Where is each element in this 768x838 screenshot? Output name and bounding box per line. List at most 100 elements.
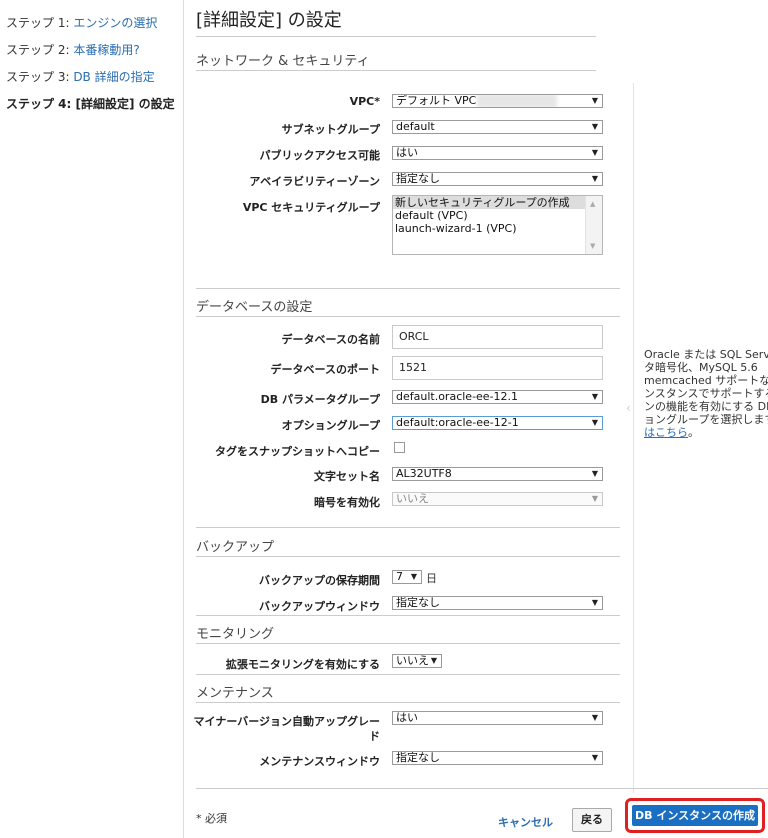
option-group-select-value: default:oracle-ee-12-1 — [396, 416, 519, 429]
backup-window-select-value: 指定なし — [396, 596, 440, 609]
subnet-select-value: default — [396, 120, 435, 133]
chevron-down-icon: ▼ — [591, 494, 598, 503]
encrypt-select[interactable]: いいえ ▼ — [392, 492, 603, 506]
section-divider — [196, 288, 620, 289]
section-divider — [196, 527, 620, 528]
help-line: ョングループを選択します — [644, 413, 768, 426]
db-port-label: データベースのポート — [270, 363, 380, 376]
retention-label: バックアップの保存期間 — [259, 574, 380, 587]
db-name-input[interactable]: ORCL — [392, 325, 603, 349]
list-item[interactable]: launch-wizard-1 (VPC) — [393, 222, 602, 235]
chevron-down-icon: ▼ — [591, 418, 598, 427]
db-port-input[interactable]: 1521 — [392, 356, 603, 380]
help-link-suffix: 。 — [688, 426, 699, 439]
backup-window-label: バックアップウィンドウ — [259, 600, 380, 613]
copy-tags-checkbox[interactable] — [394, 442, 405, 453]
list-item[interactable]: 新しいセキュリティグループの作成 — [393, 196, 586, 209]
param-group-label: DB パラメータグループ — [260, 393, 380, 406]
param-group-select[interactable]: default.oracle-ee-12.1 ▼ — [392, 390, 603, 404]
section-divider — [196, 643, 620, 644]
option-group-label: オプショングループ — [281, 419, 380, 432]
minor-upgrade-select-value: はい — [396, 711, 418, 724]
section-divider — [196, 556, 620, 557]
step-1-link[interactable]: エンジンの選択 — [73, 16, 157, 30]
section-divider — [196, 615, 620, 616]
scroll-down-icon[interactable]: ▼ — [590, 242, 595, 250]
step-1-prefix: ステップ 1: — [6, 16, 74, 30]
section-divider — [196, 674, 620, 675]
cancel-link[interactable]: キャンセル — [498, 814, 553, 830]
nav-divider — [183, 0, 184, 838]
create-db-instance-button[interactable]: DB インスタンスの作成 — [632, 805, 758, 826]
chevron-down-icon: ▼ — [591, 96, 598, 105]
section-divider — [196, 70, 596, 71]
step-1: ステップ 1: エンジンの選択 — [6, 14, 157, 31]
charset-select-value: AL32UTF8 — [396, 467, 452, 480]
chevron-down-icon: ▼ — [410, 572, 417, 581]
create-instance-highlight: DB インスタンスの作成 — [625, 798, 765, 833]
minor-upgrade-select[interactable]: はい ▼ — [392, 711, 603, 725]
chevron-down-icon: ▼ — [591, 122, 598, 131]
copy-tags-label: タグをスナップショットへコピー — [215, 445, 380, 458]
enhanced-monitoring-select[interactable]: いいえ ▼ — [392, 654, 442, 668]
section-backup-heading: バックアップ — [196, 540, 275, 555]
param-group-select-value: default.oracle-ee-12.1 — [396, 390, 519, 403]
maintenance-window-select[interactable]: 指定なし ▼ — [392, 751, 603, 765]
help-line: memcached サポートなど — [644, 374, 768, 387]
footer-divider — [196, 788, 768, 789]
charset-label: 文字セット名 — [314, 470, 380, 483]
help-line: ンの機能を有効にする DB — [644, 400, 768, 413]
help-line: ンスタンスでサポートする — [644, 387, 768, 400]
required-note: * 必須 — [196, 812, 227, 825]
chevron-down-icon: ▼ — [591, 174, 598, 183]
help-link[interactable]: はこちら — [644, 426, 688, 439]
step-3-link[interactable]: DB 詳細の指定 — [73, 70, 154, 84]
option-group-select[interactable]: default:oracle-ee-12-1 ▼ — [392, 416, 603, 430]
step-2-prefix: ステップ 2: — [6, 43, 74, 57]
section-maintenance-heading: メンテナンス — [196, 686, 274, 701]
chevron-down-icon: ▼ — [591, 753, 598, 762]
back-button[interactable]: 戻る — [572, 808, 612, 832]
az-select[interactable]: 指定なし ▼ — [392, 172, 603, 186]
chevron-down-icon: ▼ — [591, 598, 598, 607]
section-database-heading: データベースの設定 — [196, 300, 313, 315]
encrypt-label: 暗号を有効化 — [314, 496, 380, 509]
charset-select[interactable]: AL32UTF8 ▼ — [392, 467, 603, 481]
help-panel-divider — [633, 83, 634, 793]
chevron-down-icon: ▼ — [591, 148, 598, 157]
step-2-link[interactable]: 本番稼動用? — [73, 43, 139, 57]
retention-select[interactable]: 7 ▼ — [392, 570, 422, 584]
minor-upgrade-label-line2: ド — [369, 730, 380, 743]
subnet-select[interactable]: default ▼ — [392, 120, 603, 134]
backup-window-select[interactable]: 指定なし ▼ — [392, 596, 603, 610]
minor-upgrade-label-line1: マイナーバージョン自動アップグレー — [193, 715, 380, 728]
step-3-prefix: ステップ 3: — [6, 70, 74, 84]
public-access-select-value: はい — [396, 146, 418, 159]
step-4-current: ステップ 4: [詳細設定] の設定 — [6, 97, 175, 111]
public-access-label: パブリックアクセス可能 — [259, 149, 380, 162]
step-2: ステップ 2: 本番稼動用? — [6, 41, 140, 58]
vpc-label: VPC* — [349, 95, 380, 108]
security-group-label: VPC セキュリティグループ — [242, 201, 380, 214]
help-line: Oracle または SQL Serv — [644, 348, 768, 361]
scrollbar[interactable]: ▲ ▼ — [585, 196, 602, 254]
chevron-down-icon: ▼ — [591, 713, 598, 722]
list-item[interactable]: default (VPC) — [393, 209, 602, 222]
scroll-up-icon[interactable]: ▲ — [590, 200, 595, 208]
maintenance-window-label: メンテナンスウィンドウ — [259, 755, 380, 768]
redacted-blur — [477, 95, 557, 107]
chevron-left-icon: ‹ — [626, 401, 631, 415]
help-line: タ暗号化、MySQL 5.6 — [644, 361, 758, 374]
public-access-select[interactable]: はい ▼ — [392, 146, 603, 160]
vpc-select-value: デフォルト VPC — [396, 94, 477, 107]
maintenance-window-select-value: 指定なし — [396, 751, 440, 764]
help-text: Oracle または SQL Serv タ暗号化、MySQL 5.6 memca… — [644, 348, 768, 439]
chevron-down-icon: ▼ — [430, 656, 437, 665]
vpc-select[interactable]: デフォルト VPC ▼ — [392, 94, 603, 108]
encrypt-select-value: いいえ — [396, 492, 429, 505]
db-name-label: データベースの名前 — [281, 333, 380, 346]
subnet-label: サブネットグループ — [281, 123, 380, 136]
page-title: [詳細設定] の設定 — [196, 10, 342, 31]
security-group-listbox[interactable]: 新しいセキュリティグループの作成 default (VPC) launch-wi… — [392, 195, 603, 255]
retention-select-value: 7 — [396, 570, 403, 583]
